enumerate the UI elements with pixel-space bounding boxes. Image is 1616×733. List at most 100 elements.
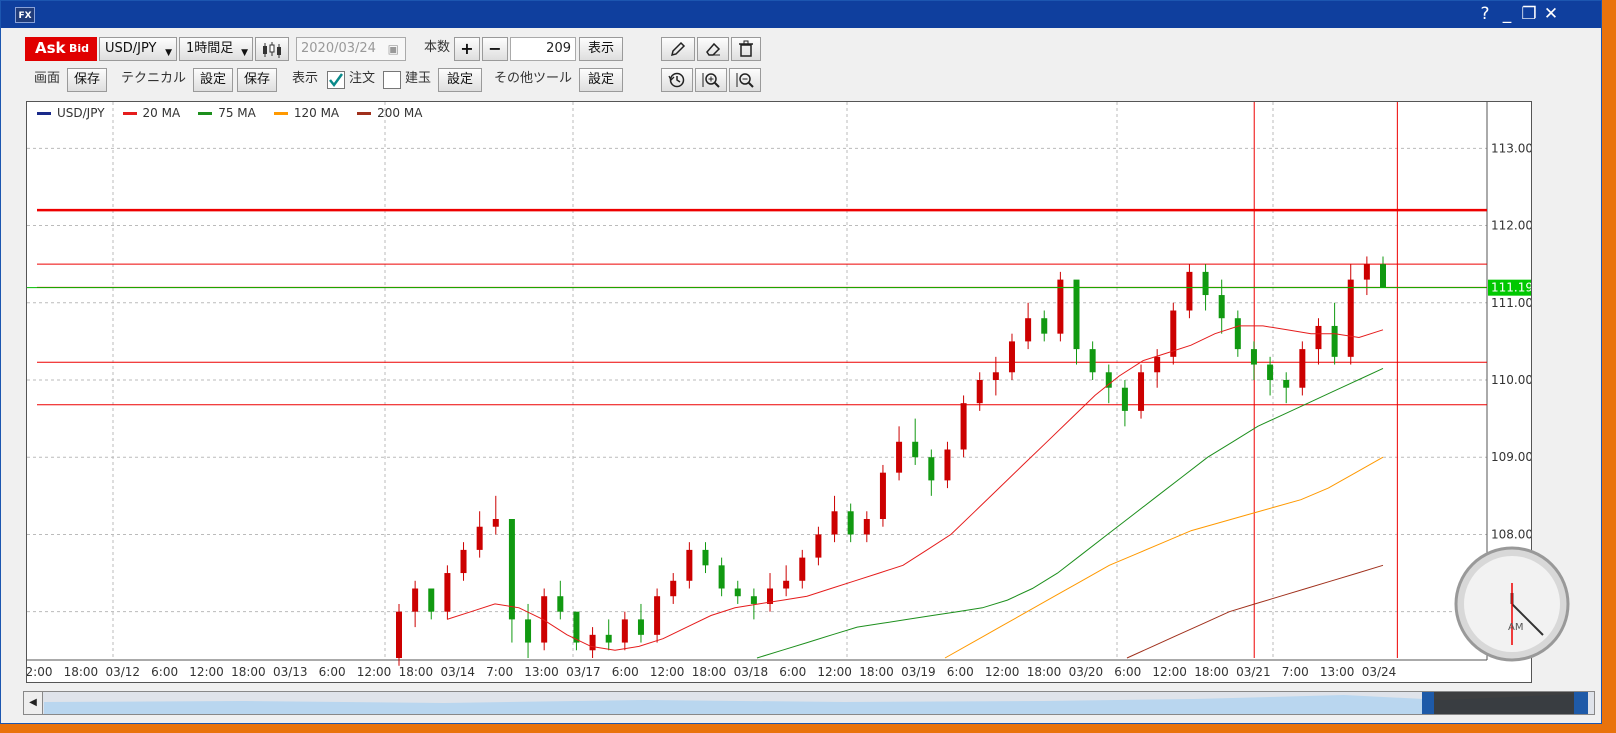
y-tick-label: 111.0000 [1491, 296, 1531, 310]
y-tick-label: 108.0000 [1491, 527, 1531, 541]
timeframe-select[interactable]: 1時間足 ▼ [179, 37, 253, 61]
history-button[interactable] [661, 68, 693, 92]
candle-body [799, 557, 806, 581]
candle-body [863, 519, 870, 535]
zoom-out-icon [736, 73, 754, 88]
candle-body [1041, 318, 1048, 334]
position-checkbox[interactable] [383, 71, 401, 89]
candle-body [637, 619, 644, 635]
eraser-icon [706, 42, 721, 56]
date-value: 2020/03/24 [301, 41, 376, 56]
date-input[interactable]: 2020/03/24 ▣ [296, 37, 406, 61]
chart-area[interactable]: 113.0000 112.0000 111.0000 110.0000 109.0000… [26, 101, 1548, 683]
minus-button[interactable]: − [482, 37, 508, 61]
x-tick-label: 18:00 [399, 665, 434, 679]
chart-type-select[interactable] [255, 37, 289, 61]
candle-body [928, 457, 935, 481]
display-settings-button[interactable]: 設定 [438, 68, 482, 92]
ma200-line [1126, 564, 1384, 659]
candle-body [460, 549, 467, 574]
x-tick-label: 03/18 [734, 665, 769, 679]
show-button[interactable]: 表示 [579, 37, 623, 61]
candle-body [605, 634, 612, 643]
x-tick-label: 13:00 [524, 665, 559, 679]
chart-navigator[interactable]: ◀ [23, 691, 1595, 715]
y-tick-label: 110.0000 [1491, 373, 1531, 387]
pencil-icon [670, 41, 686, 57]
candle-body [1089, 349, 1096, 373]
candle-body [702, 549, 709, 566]
x-tick-label: 12:00 [985, 665, 1020, 679]
candle-body [686, 549, 693, 581]
minimize-button[interactable]: _ [1497, 4, 1517, 24]
screen-label: 画面 [34, 71, 61, 86]
plus-button[interactable]: + [454, 37, 480, 61]
x-tick-label: 6:00 [947, 665, 974, 679]
candle-body [879, 472, 886, 519]
candle-body [1380, 264, 1386, 288]
candle-body [444, 573, 451, 612]
range-handle-left[interactable] [1422, 692, 1434, 714]
candle-body [847, 511, 854, 535]
close-button[interactable]: ✕ [1541, 4, 1561, 24]
order-label: 注文 [349, 71, 376, 86]
candle-body [654, 596, 661, 635]
x-tick-label: 03/19 [901, 665, 936, 679]
x-tick-label: 18:00 [1194, 665, 1229, 679]
delete-button[interactable] [731, 37, 761, 61]
eraser-button[interactable] [697, 37, 729, 61]
x-tick-label: 7:00 [486, 665, 513, 679]
candle-body [1073, 279, 1080, 350]
current-price-label: 111.1956 [1491, 281, 1531, 295]
scroll-left-arrow[interactable]: ◀ [24, 692, 43, 714]
count-input[interactable]: 209 [510, 37, 576, 61]
count-label: 本数 [424, 40, 451, 55]
clock-am-label: AM [1508, 622, 1523, 633]
help-button[interactable]: ? [1475, 4, 1495, 24]
other-tools-settings-button[interactable]: 設定 [579, 68, 623, 92]
y-tick-label: 112.0000 [1491, 219, 1531, 233]
x-tick-label: 6:00 [779, 665, 806, 679]
legend-item-ma200: 200 MA [357, 106, 422, 120]
checkmark-icon [329, 73, 344, 88]
candle-body [1299, 349, 1306, 388]
x-tick-label: 13:00 [1320, 665, 1355, 679]
candle-body [621, 619, 628, 643]
range-handle-right[interactable] [1574, 692, 1588, 714]
candle-body [1250, 349, 1257, 365]
candle-body [992, 372, 999, 380]
candle-body [734, 588, 741, 597]
candle-body [750, 596, 757, 604]
restore-button[interactable]: ❐ [1519, 4, 1539, 24]
candle-body [1218, 295, 1225, 319]
title-bar: FX ? _ ❐ ✕ [1, 1, 1601, 28]
history-icon [668, 72, 685, 88]
candle-body [1025, 318, 1032, 342]
fx-logo: FX [15, 7, 35, 23]
x-tick-label: 18:00 [64, 665, 99, 679]
draw-tool-button[interactable] [661, 37, 695, 61]
navigator-range[interactable] [1422, 692, 1574, 714]
candle-body [1234, 318, 1241, 350]
screen-save-button[interactable]: 保存 [67, 68, 107, 92]
technical-settings-button[interactable]: 設定 [193, 68, 233, 92]
trash-icon [739, 40, 753, 57]
x-tick-label: 03/17 [566, 665, 601, 679]
technical-save-button[interactable]: 保存 [237, 68, 277, 92]
zoom-in-button[interactable] [695, 68, 727, 92]
ma120-line [944, 456, 1384, 659]
ask-bid-toggle[interactable]: Ask Bid [25, 37, 97, 61]
x-tick-label: 12:00 [189, 665, 224, 679]
candle-body [831, 511, 838, 535]
candle-body [1283, 380, 1290, 388]
candle-body [670, 580, 677, 597]
candle-body [1267, 364, 1274, 380]
zoom-out-button[interactable] [729, 68, 761, 92]
candle-body [492, 519, 499, 527]
x-tick-label: 7:00 [1282, 665, 1309, 679]
price-chart[interactable]: 113.0000 112.0000 111.0000 110.0000 109.0000… [26, 102, 1548, 682]
candle-body [1315, 325, 1322, 350]
navigator-overview [44, 692, 1574, 714]
symbol-select[interactable]: USD/JPY ▼ [99, 37, 177, 61]
order-checkbox[interactable] [327, 71, 345, 89]
